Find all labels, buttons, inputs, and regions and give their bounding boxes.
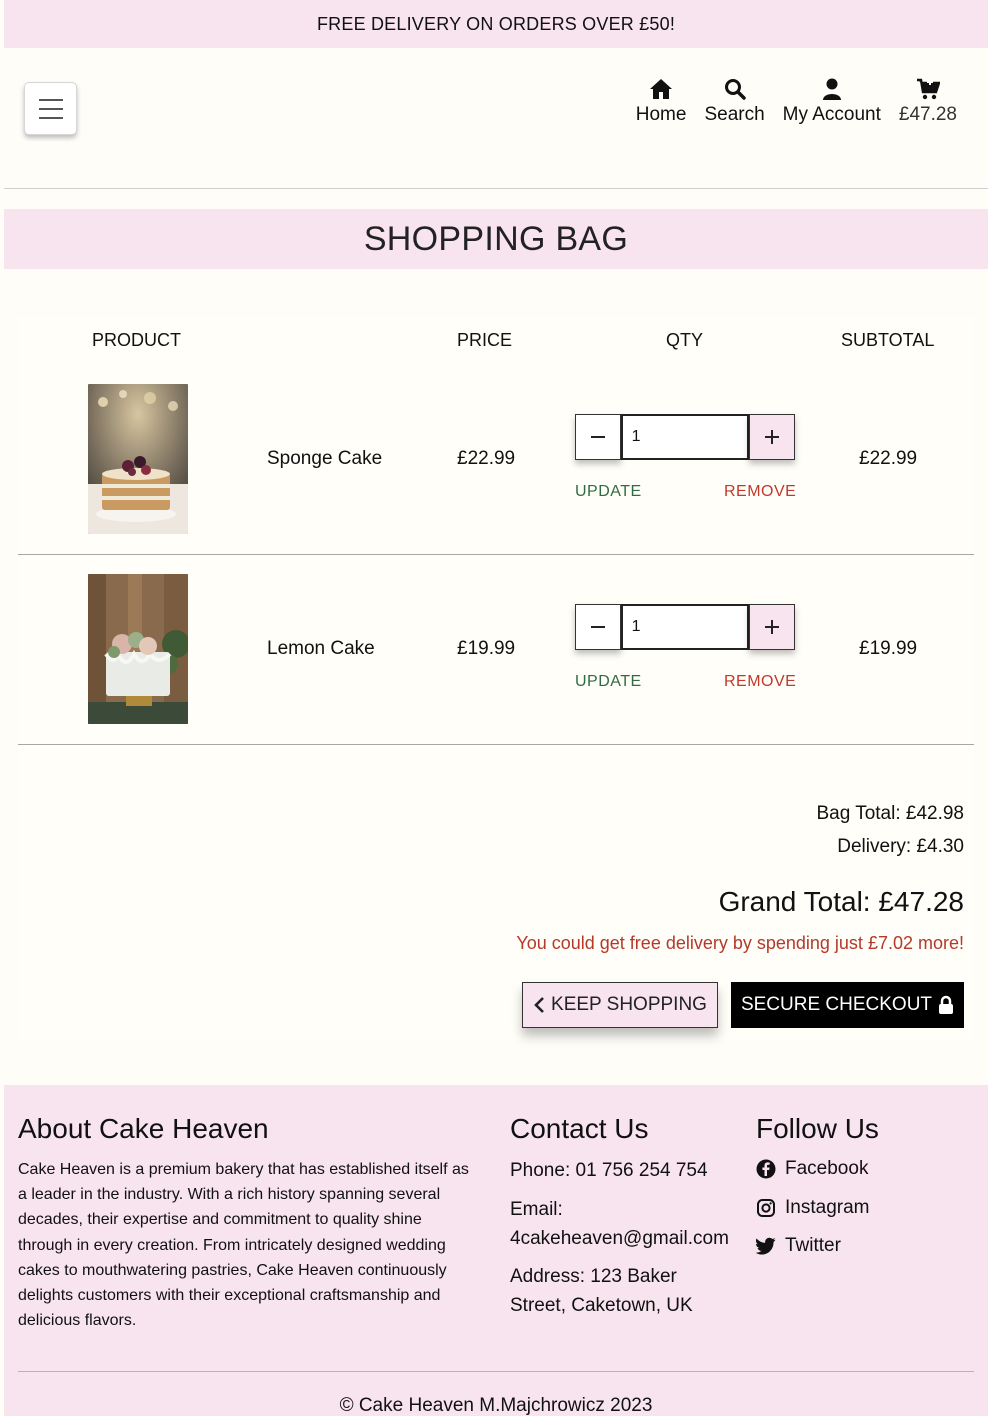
bag-total: Bag Total: £42.98 [816, 803, 964, 824]
bag-card: PRODUCT PRICE QTY SUBTOTAL Sponge Cake £… [18, 316, 974, 1040]
keep-shopping-label: KEEP SHOPPING [551, 994, 707, 1015]
product-price: £22.99 [457, 448, 516, 469]
nav-home[interactable]: Home [627, 74, 696, 126]
footer-divider [18, 1371, 974, 1372]
chevron-left-icon [534, 997, 544, 1013]
row-divider [18, 744, 974, 745]
lock-icon [939, 995, 954, 1014]
social-twitter[interactable]: Twitter [756, 1235, 841, 1257]
contact-address-line2: Street, Caketown, UK [510, 1295, 693, 1316]
contact-address-line1: Address: 123 Baker [510, 1266, 677, 1287]
instagram-icon [757, 1199, 775, 1217]
header-subtotal: SUBTOTAL [841, 330, 935, 350]
header-qty: QTY [666, 330, 704, 350]
product-price: £19.99 [457, 638, 516, 659]
nav-bag-total-label: £47.28 [898, 104, 957, 125]
product-name[interactable]: Lemon Cake [267, 638, 375, 660]
product-image-sponge-cake [88, 384, 188, 534]
instagram-label: Instagram [785, 1197, 870, 1218]
minus-icon [590, 626, 605, 628]
nav-home-label: Home [635, 104, 687, 125]
product-subtotal: £19.99 [859, 638, 918, 659]
delivery-cost: Delivery: £4.30 [837, 836, 964, 857]
nav-search-label: Search [704, 104, 765, 125]
main-nav: Home Search My Account £47.28 [627, 74, 966, 126]
about-text: Cake Heaven is a premium bakery that has… [18, 1161, 469, 1330]
menu-toggle-button[interactable] [24, 82, 77, 135]
home-icon [649, 74, 673, 100]
cart-icon [916, 74, 940, 100]
update-link[interactable]: UPDATE [575, 483, 642, 501]
product-name[interactable]: Sponge Cake [267, 448, 382, 470]
quantity-stepper: 1 [575, 414, 796, 460]
site-footer: About Cake Heaven Cake Heaven is a premi… [4, 1085, 988, 1416]
facebook-label: Facebook [785, 1158, 869, 1179]
decrement-button[interactable] [575, 604, 621, 650]
social-instagram[interactable]: Instagram [756, 1197, 869, 1219]
quantity-input[interactable]: 1 [620, 604, 750, 650]
product-subtotal: £22.99 [859, 448, 918, 469]
nav-bag-total[interactable]: £47.28 [890, 74, 966, 126]
search-icon [724, 74, 746, 100]
copyright: © Cake Heaven M.Majchrowicz 2023 [339, 1395, 653, 1416]
contact-email-label: Email: [510, 1199, 563, 1220]
nav-account[interactable]: My Account [774, 74, 890, 126]
secure-checkout-button[interactable]: SECURE CHECKOUT [731, 982, 964, 1028]
free-delivery-message: You could get free delivery by spending … [516, 933, 964, 953]
update-link[interactable]: UPDATE [575, 673, 642, 691]
user-icon [822, 74, 842, 100]
header-product: PRODUCT [92, 330, 181, 350]
about-title: About Cake Heaven [18, 1113, 269, 1144]
increment-button[interactable] [749, 604, 796, 650]
secure-checkout-label: SECURE CHECKOUT [740, 994, 933, 1015]
plus-icon [765, 430, 780, 444]
grand-total: Grand Total: £47.28 [718, 886, 964, 917]
minus-icon [590, 436, 605, 438]
keep-shopping-button[interactable]: KEEP SHOPPING [522, 982, 718, 1028]
quantity-input[interactable]: 1 [620, 414, 750, 460]
decrement-button[interactable] [575, 414, 621, 460]
header-price: PRICE [457, 330, 513, 350]
row-divider [18, 554, 974, 555]
social-facebook[interactable]: Facebook [756, 1158, 868, 1180]
increment-button[interactable] [749, 414, 796, 460]
delivery-banner: FREE DELIVERY ON ORDERS OVER £50! [4, 0, 988, 48]
product-image-lemon-cake [88, 574, 188, 724]
remove-link[interactable]: REMOVE [724, 673, 796, 691]
remove-link[interactable]: REMOVE [724, 483, 796, 501]
twitter-label: Twitter [785, 1235, 841, 1256]
twitter-icon [756, 1237, 776, 1255]
banner-text: FREE DELIVERY ON ORDERS OVER £50! [316, 13, 676, 34]
contact-email[interactable]: 4cakeheaven@gmail.com [510, 1224, 729, 1253]
follow-title: Follow Us [756, 1113, 879, 1144]
contact-phone: Phone: 01 756 254 754 [510, 1160, 708, 1181]
facebook-icon [756, 1159, 776, 1179]
plus-icon [765, 620, 780, 634]
nav-search[interactable]: Search [695, 74, 773, 126]
nav-account-label: My Account [782, 104, 881, 125]
page-title: SHOPPING BAG [363, 219, 629, 258]
hamburger-icon [38, 98, 63, 101]
site-header: Home Search My Account £47.28 [4, 48, 988, 189]
page-title-bar: SHOPPING BAG [4, 209, 988, 269]
contact-title: Contact Us [510, 1113, 649, 1144]
quantity-stepper: 1 [575, 604, 796, 650]
